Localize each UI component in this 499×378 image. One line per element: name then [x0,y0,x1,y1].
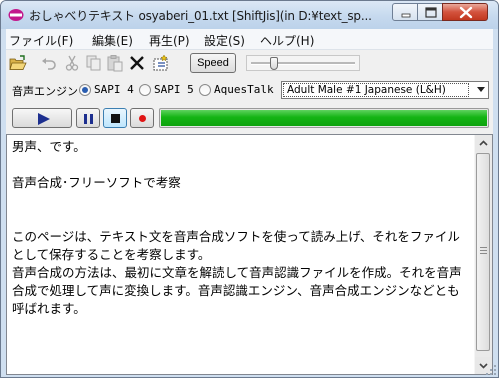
engine-label: 音声エンジン [12,85,78,98]
resize-grip-icon[interactable] [485,364,497,376]
client-area: ファイル(F) 編集(E) 再生(P) 設定(S) ヘルプ(H) Speed 音… [6,29,493,375]
pause-button[interactable] [76,108,100,128]
play-button[interactable] [12,108,72,128]
record-button[interactable] [130,108,154,128]
cut-icon[interactable] [63,54,81,72]
playback-progress-bar [159,108,489,128]
delete-icon[interactable] [128,54,146,72]
stop-icon [111,114,120,123]
thumb-grip [480,250,487,251]
menu-file[interactable]: ファイル(F) [9,32,73,49]
aquestalk-radio[interactable] [199,84,211,96]
vertical-scrollbar[interactable] [474,135,492,374]
close-icon [459,6,473,19]
menu-edit[interactable]: 編集(E) [92,32,133,49]
playback-progress-fill [161,110,487,126]
pause-icon [84,114,93,124]
select-all-icon[interactable] [152,54,170,72]
playback-bar [6,105,493,131]
thumb-grip [480,253,487,254]
paste-icon[interactable] [106,54,124,72]
minimize-button[interactable] [392,3,418,21]
sapi5-label[interactable]: SAPI 5 [154,83,194,96]
stop-button[interactable] [103,108,127,128]
play-icon [38,113,50,125]
sapi4-label[interactable]: SAPI 4 [94,83,134,96]
menu-help[interactable]: ヘルプ(H) [260,32,314,49]
record-icon [139,115,146,122]
sapi5-radio[interactable] [139,84,151,96]
chevron-down-icon[interactable] [477,87,485,92]
menu-bar: ファイル(F) 編集(E) 再生(P) 設定(S) ヘルプ(H) [6,29,493,50]
minimize-icon [401,13,411,18]
open-folder-icon[interactable] [9,54,27,72]
window-title: おしゃべりテキスト osyaberi_01.txt [ShiftJis](in … [29,9,372,23]
editor-text[interactable]: 男声、です。 音声合成･フリーソフトで考察 このページは、テキスト文を音声合成ソ… [12,138,472,318]
menu-settings[interactable]: 設定(S) [204,32,245,49]
text-editor[interactable]: 男声、です。 音声合成･フリーソフトで考察 このページは、テキスト文を音声合成ソ… [6,134,493,375]
scrollbar-thumb[interactable] [476,153,490,351]
speed-slider[interactable] [246,55,360,71]
title-bar[interactable]: おしゃべりテキスト osyaberi_01.txt [ShiftJis](in … [1,1,498,29]
chevron-up-icon [479,140,488,146]
scroll-up-button[interactable] [475,135,492,152]
app-window: おしゃべりテキスト osyaberi_01.txt [ShiftJis](in … [0,0,499,378]
speed-button[interactable]: Speed [190,53,236,73]
maximize-icon [425,7,437,18]
voice-select-value: Adult Male #1 Japanese (L&H) [283,83,469,97]
speed-slider-thumb[interactable] [270,57,278,70]
thumb-grip [480,247,487,248]
undo-icon[interactable] [40,54,58,72]
toolbar: Speed [6,50,493,77]
voice-select[interactable]: Adult Male #1 Japanese (L&H) [281,81,489,99]
close-button[interactable] [442,3,488,21]
aquestalk-label[interactable]: AquesTalk [214,83,274,96]
menu-play[interactable]: 再生(P) [149,32,190,49]
speed-slider-track [251,62,355,65]
engine-bar: 音声エンジン SAPI 4 SAPI 5 AquesTalk Adult Mal… [6,79,493,101]
copy-icon[interactable] [85,54,103,72]
sapi4-radio[interactable] [79,84,91,96]
app-icon[interactable] [8,8,24,22]
maximize-button[interactable] [417,3,443,21]
